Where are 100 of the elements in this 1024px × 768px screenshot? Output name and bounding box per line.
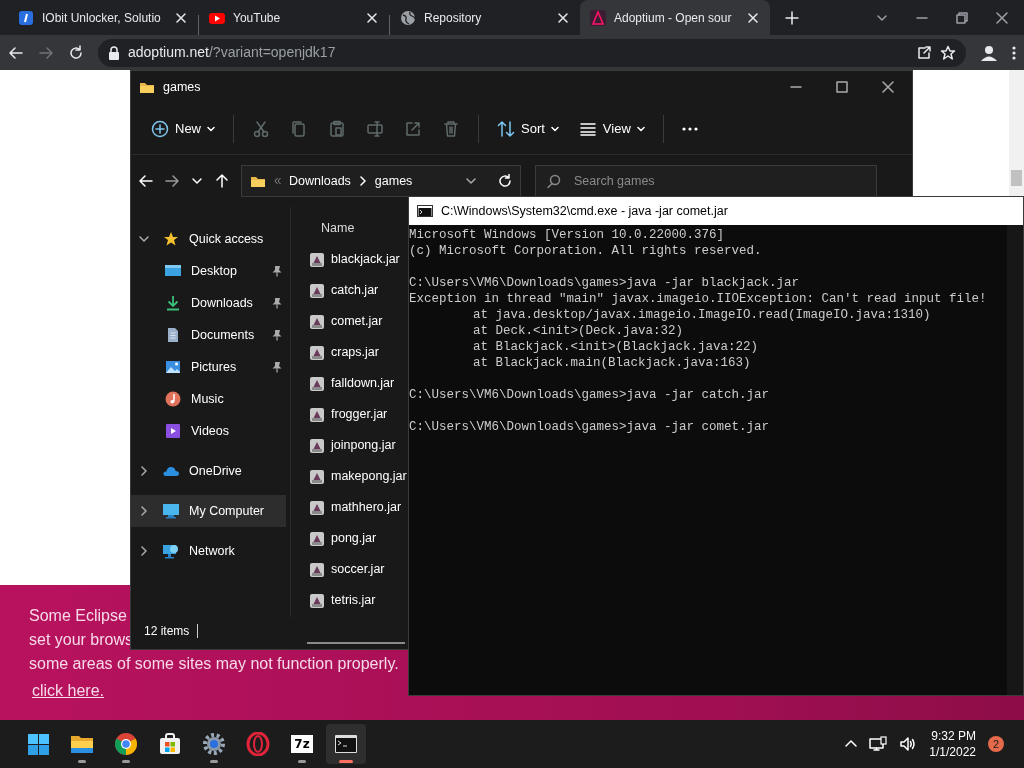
- close-icon[interactable]: [365, 10, 379, 25]
- window-title: games: [163, 78, 201, 96]
- new-button[interactable]: New: [143, 110, 223, 147]
- profile-icon[interactable]: [980, 43, 998, 62]
- clock[interactable]: 9:32 PM 1/1/2022: [929, 728, 976, 760]
- close-icon[interactable]: [556, 10, 570, 25]
- network-icon[interactable]: [869, 736, 888, 752]
- close-icon[interactable]: [882, 81, 894, 93]
- file-name[interactable]: pong.jar: [331, 529, 377, 548]
- jar-file-icon: [309, 468, 325, 485]
- file-name[interactable]: tetris.jar: [331, 591, 376, 610]
- file-name[interactable]: craps.jar: [331, 343, 379, 362]
- iobit-logo-icon: [18, 9, 34, 26]
- file-name[interactable]: makepong.jar: [331, 467, 407, 486]
- chevron-up-icon[interactable]: [845, 738, 858, 750]
- notification-badge[interactable]: 2: [988, 736, 1004, 752]
- sort-button[interactable]: Sort: [489, 110, 567, 147]
- file-name[interactable]: joinpong.jar: [331, 436, 396, 455]
- nav-item[interactable]: OneDrive: [131, 455, 286, 487]
- file-name[interactable]: mathhero.jar: [331, 498, 402, 517]
- reload-icon[interactable]: [68, 44, 84, 61]
- scroll-bar[interactable]: [1007, 225, 1023, 695]
- video-icon: [165, 423, 181, 439]
- chevron-down-icon[interactable]: [466, 176, 476, 186]
- close-icon[interactable]: [746, 10, 760, 25]
- chevron-right-icon: [358, 176, 367, 186]
- search-field[interactable]: Search games: [535, 165, 877, 197]
- console-line: Microsoft Windows [Version 10.0.22000.376]: [409, 227, 725, 243]
- shopping-bag-icon: [158, 732, 182, 756]
- nav-item[interactable]: Pictures: [131, 351, 286, 383]
- address-bar[interactable]: Downloads games: [241, 165, 521, 197]
- console-line: C:\Users\VM6\Downloads\games>java -jar catch.jar: [409, 387, 770, 403]
- close-icon[interactable]: [996, 11, 1008, 24]
- scroll-thumb[interactable]: [1011, 170, 1022, 186]
- file-name[interactable]: soccer.jar: [331, 560, 385, 579]
- menu-icon[interactable]: [1012, 44, 1016, 61]
- folder-icon: [139, 80, 155, 94]
- back-icon[interactable]: [8, 44, 24, 61]
- caret-icon: [207, 124, 215, 133]
- chevron-right-icon[interactable]: [139, 506, 149, 516]
- forward-icon[interactable]: [165, 174, 179, 188]
- browser-tab[interactable]: YouTube: [199, 0, 389, 35]
- nav-item[interactable]: Music: [131, 383, 286, 415]
- chrome-logo-icon: [114, 732, 138, 756]
- link[interactable]: click here.: [32, 679, 105, 703]
- restore-icon[interactable]: [956, 11, 968, 24]
- console-line: (c) Microsoft Corporation. All rights reserved.: [409, 243, 762, 259]
- volume-icon[interactable]: [899, 736, 918, 752]
- maximize-icon[interactable]: [836, 81, 848, 93]
- nav-item[interactable]: Videos: [131, 415, 286, 447]
- address-bar[interactable]: adoptium.net/?variant=openjdk17: [98, 38, 966, 67]
- nav-item[interactable]: Network: [131, 535, 286, 567]
- chevron-right-icon[interactable]: [139, 546, 149, 556]
- nav-item[interactable]: Desktop: [131, 255, 286, 287]
- file-name[interactable]: blackjack.jar: [331, 250, 400, 269]
- trash-icon: [442, 119, 460, 138]
- file-name[interactable]: frogger.jar: [331, 405, 388, 424]
- search-icon: [547, 174, 561, 188]
- breadcrumb-item[interactable]: games: [374, 171, 413, 191]
- new-tab-icon[interactable]: [784, 10, 800, 26]
- jar-file-icon: [309, 592, 325, 609]
- nav-item[interactable]: Documents: [131, 319, 286, 351]
- star-icon[interactable]: [940, 44, 956, 61]
- file-name[interactable]: falldown.jar: [331, 374, 395, 393]
- breadcrumb-item[interactable]: Downloads: [289, 171, 351, 191]
- globe-icon: [400, 9, 416, 26]
- chevron-down-icon[interactable]: [139, 234, 149, 244]
- chevron-right-icon[interactable]: [139, 466, 149, 476]
- file-name[interactable]: catch.jar: [331, 281, 379, 300]
- nav-item[interactable]: Downloads: [131, 287, 286, 319]
- refresh-icon[interactable]: [498, 174, 512, 188]
- taskbar-button[interactable]: [326, 724, 366, 764]
- chevron-down-icon[interactable]: [191, 175, 203, 187]
- nav-item[interactable]: My Computer: [131, 495, 286, 527]
- caret-icon: [636, 124, 645, 133]
- jar-file-icon: [309, 375, 325, 392]
- close-icon[interactable]: [174, 10, 188, 25]
- jar-file-icon: [309, 344, 325, 361]
- document-icon: [165, 327, 181, 343]
- console-line: C:\Users\VM6\Downloads\games>java -jar comet.jar: [409, 419, 770, 435]
- back-icon[interactable]: [139, 174, 153, 188]
- sort-icon: [497, 119, 515, 138]
- browser-tab[interactable]: Adoptium - Open sour: [580, 0, 770, 35]
- network-icon: [163, 543, 179, 559]
- jar-file-icon: [309, 437, 325, 454]
- column-header[interactable]: Name: [321, 221, 355, 235]
- rename-icon: [366, 119, 384, 138]
- taskbar-button[interactable]: 7z: [282, 724, 322, 764]
- url-text: adoptium.net/?variant=openjdk17: [128, 43, 336, 62]
- console-line: Exception in thread "main" javax.imageio.IIOException: Can't read input file!: [409, 291, 987, 307]
- terminal-icon: [334, 732, 358, 756]
- jar-file-icon: [309, 530, 325, 547]
- nav-item[interactable]: Quick access: [131, 223, 286, 255]
- share-icon[interactable]: [916, 44, 932, 61]
- browser-tab[interactable]: IObit Unlocker, Solutio: [8, 0, 198, 35]
- up-icon[interactable]: [215, 174, 229, 188]
- scroll-bar[interactable]: [307, 642, 405, 644]
- browser-tab[interactable]: Repository: [390, 0, 580, 35]
- file-name[interactable]: comet.jar: [331, 312, 383, 331]
- view-button[interactable]: View: [570, 110, 653, 147]
